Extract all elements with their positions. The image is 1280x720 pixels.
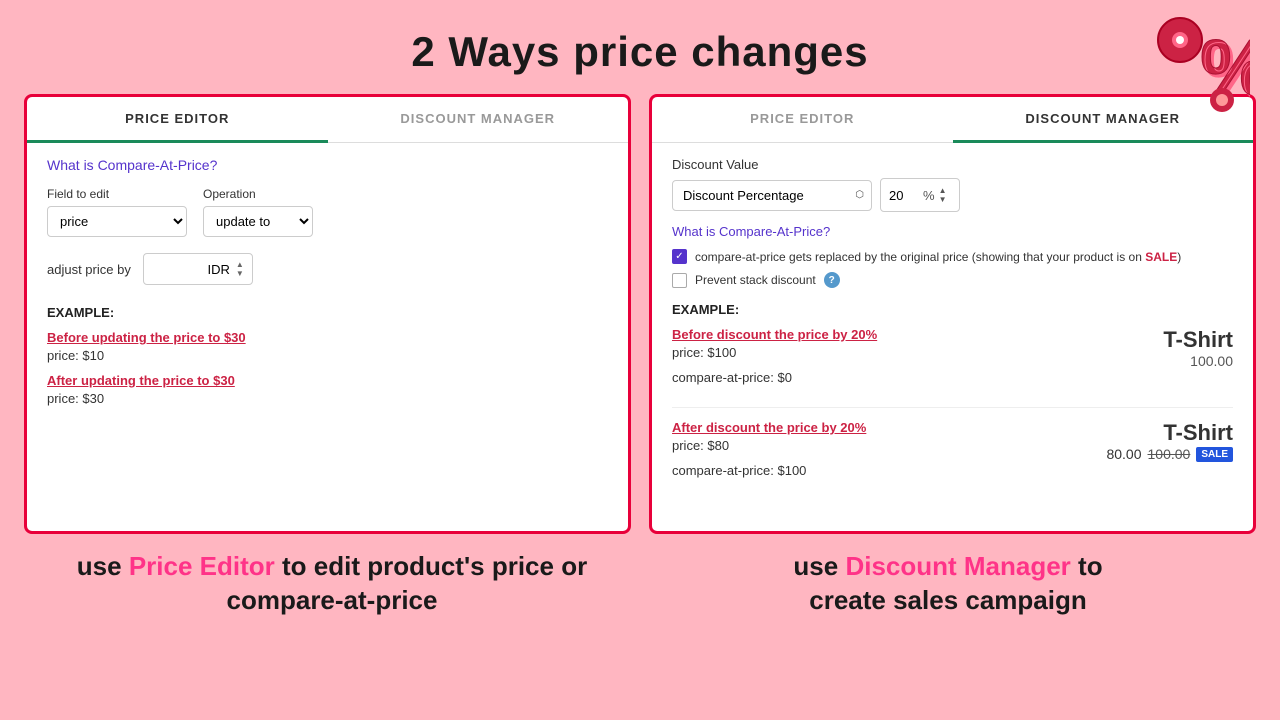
- adjust-spinner[interactable]: ▲ ▼: [236, 260, 244, 278]
- left-panel-body: What is Compare-At-Price? Field to edit …: [27, 157, 628, 406]
- help-icon[interactable]: ?: [824, 272, 840, 288]
- bottom-right-text: use Discount Manager to create sales cam…: [640, 550, 1256, 618]
- right-panel: PRICE EDITOR DISCOUNT MANAGER Discount V…: [649, 94, 1256, 534]
- bottom-right-text3: create sales campaign: [809, 585, 1087, 615]
- checkbox2-row: Prevent stack discount ?: [672, 272, 1233, 288]
- after-tshirt-price-new: 80.00: [1106, 446, 1141, 462]
- right-example-section: EXAMPLE: Before discount the price by 20…: [672, 302, 1233, 488]
- after-price-link[interactable]: After updating the price to $30: [47, 373, 608, 388]
- after-discount-compare: compare-at-price: $100: [672, 463, 1106, 478]
- field-to-edit-label: Field to edit: [47, 187, 187, 201]
- compare-at-price-link-right[interactable]: What is Compare-At-Price?: [672, 224, 1233, 239]
- before-discount-right: T-Shirt 100.00: [1133, 327, 1233, 369]
- right-example-label: EXAMPLE:: [672, 302, 1233, 317]
- discount-type-wrap: Discount Percentage Discount Amount ⬡: [672, 180, 872, 211]
- before-discount-link[interactable]: Before discount the price by 20%: [672, 327, 1133, 342]
- checkbox1[interactable]: ✓: [672, 249, 687, 264]
- checkbox2[interactable]: [672, 273, 687, 288]
- panels-container: PRICE EDITOR DISCOUNT MANAGER What is Co…: [0, 94, 1280, 534]
- left-example-section: EXAMPLE: Before updating the price to $3…: [47, 305, 608, 406]
- checkbox1-row: ✓ compare-at-price gets replaced by the …: [672, 249, 1233, 264]
- left-tabs: PRICE EDITOR DISCOUNT MANAGER: [27, 97, 628, 143]
- after-price-line: price: $30: [47, 391, 608, 406]
- after-tshirt-title: T-Shirt: [1163, 420, 1233, 446]
- discount-controls: Discount Percentage Discount Amount ⬡ % …: [672, 178, 1233, 212]
- after-discount-grid: After discount the price by 20% price: $…: [672, 420, 1233, 488]
- checkbox2-text: Prevent stack discount: [695, 273, 816, 287]
- after-discount-price: price: $80: [672, 438, 1106, 453]
- tab-price-editor-left[interactable]: PRICE EDITOR: [27, 97, 328, 143]
- bottom-right-text2: to: [1071, 551, 1103, 581]
- before-price-line: price: $10: [47, 348, 608, 363]
- before-tshirt-title: T-Shirt: [1163, 327, 1233, 353]
- before-discount-grid: Before discount the price by 20% price: …: [672, 327, 1233, 395]
- discount-symbol: %: [923, 188, 935, 203]
- left-panel: PRICE EDITOR DISCOUNT MANAGER What is Co…: [24, 94, 631, 534]
- field-to-edit-group: Field to edit price compare-at-price: [47, 187, 187, 237]
- after-discount-link[interactable]: After discount the price by 20%: [672, 420, 1106, 435]
- bottom-right-highlight: Discount Manager: [845, 551, 1070, 581]
- example-divider: [672, 407, 1233, 408]
- field-to-edit-select[interactable]: price compare-at-price: [47, 206, 187, 237]
- checkbox1-text: compare-at-price gets replaced by the or…: [695, 250, 1181, 264]
- after-tshirt-price-old: 100.00: [1148, 446, 1191, 462]
- compare-at-price-link-left[interactable]: What is Compare-At-Price?: [47, 157, 608, 173]
- bottom-left-highlight: Price Editor: [129, 551, 275, 581]
- bottom-text: use Price Editor to edit product's price…: [0, 534, 1280, 618]
- discount-value-label: Discount Value: [672, 157, 1233, 172]
- field-operation-row: Field to edit price compare-at-price Ope…: [47, 187, 608, 237]
- discount-type-select[interactable]: Discount Percentage Discount Amount: [672, 180, 872, 211]
- discount-number-spinner[interactable]: ▲ ▼: [939, 186, 947, 204]
- adjust-price-row: adjust price by IDR ▲ ▼: [47, 253, 608, 285]
- operation-group: Operation update to increase by decrease…: [203, 187, 313, 237]
- operation-label: Operation: [203, 187, 313, 201]
- bottom-left-text: use Price Editor to edit product's price…: [24, 550, 640, 618]
- bottom-left-text3: compare-at-price: [227, 585, 438, 615]
- tab-price-editor-right[interactable]: PRICE EDITOR: [652, 97, 953, 142]
- before-discount-left: Before discount the price by 20% price: …: [672, 327, 1133, 395]
- after-discount-right: T-Shirt 80.00 100.00 SALE: [1106, 420, 1233, 462]
- adjust-input-box: IDR ▲ ▼: [143, 253, 253, 285]
- right-tabs: PRICE EDITOR DISCOUNT MANAGER: [652, 97, 1253, 143]
- adjust-currency: IDR: [208, 262, 230, 277]
- before-tshirt-price: 100.00: [1190, 353, 1233, 369]
- right-panel-body: Discount Value Discount Percentage Disco…: [652, 157, 1253, 488]
- tab-discount-manager-right[interactable]: DISCOUNT MANAGER: [953, 97, 1254, 143]
- page-title: 2 Ways price changes: [0, 28, 1280, 76]
- discount-number-box: % ▲ ▼: [880, 178, 960, 212]
- sale-badge-tag: SALE: [1196, 447, 1233, 462]
- before-discount-compare: compare-at-price: $0: [672, 370, 1133, 385]
- before-price-link[interactable]: Before updating the price to $30: [47, 330, 608, 345]
- after-tshirt-prices: 80.00 100.00 SALE: [1106, 446, 1233, 462]
- tab-discount-manager-left[interactable]: DISCOUNT MANAGER: [328, 97, 629, 142]
- before-discount-price: price: $100: [672, 345, 1133, 360]
- bottom-right-use: use: [793, 551, 845, 581]
- operation-select[interactable]: update to increase by decrease by: [203, 206, 313, 237]
- bottom-left-use: use: [77, 551, 129, 581]
- left-example-label: EXAMPLE:: [47, 305, 608, 320]
- header: 2 Ways price changes: [0, 0, 1280, 94]
- page-background: 2 Ways price changes % PRICE EDITOR DISC…: [0, 0, 1280, 618]
- adjust-label: adjust price by: [47, 262, 131, 277]
- after-discount-left: After discount the price by 20% price: $…: [672, 420, 1106, 488]
- discount-number-input[interactable]: [889, 188, 919, 203]
- bottom-left-text2: to edit product's price or: [275, 551, 587, 581]
